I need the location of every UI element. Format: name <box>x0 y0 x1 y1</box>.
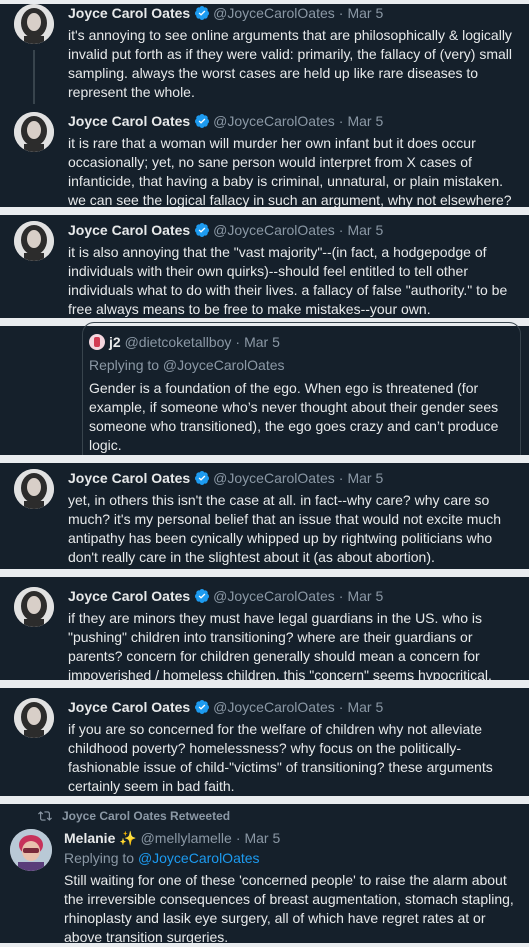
verified-badge-icon <box>194 113 210 133</box>
quoted-handle[interactable]: @dietcoketallboy <box>125 334 232 350</box>
separator: · <box>338 5 344 21</box>
avatar[interactable] <box>14 698 54 738</box>
tweet-text: yet, in others this isn't the case at al… <box>68 492 502 565</box>
thread-line <box>33 50 35 104</box>
separator: · <box>338 588 344 604</box>
tweet-header: Joyce Carol Oates @JoyceCarolOates · Mar 5 <box>68 469 521 490</box>
avatar[interactable] <box>14 112 54 152</box>
tweet-header: Joyce Carol Oates @JoyceCarolOates · Mar 5 <box>68 4 521 25</box>
separator: · <box>235 334 241 350</box>
separator: · <box>338 222 344 238</box>
display-name[interactable]: Joyce Carol Oates <box>68 5 190 21</box>
avatar[interactable] <box>14 469 54 509</box>
avatar[interactable] <box>14 587 54 627</box>
handle[interactable]: @JoyceCarolOates <box>213 113 335 129</box>
verified-badge-icon <box>194 470 210 490</box>
display-name[interactable]: Joyce Carol Oates <box>68 113 190 129</box>
quote-panel: j2 @dietcoketallboy · Mar 5 Replying to @J… <box>0 322 529 459</box>
retweet-avatar[interactable] <box>10 829 52 871</box>
tweet-text: if they are minors they must have legal … <box>68 610 492 683</box>
tweet-text: if you are so concerned for the welfare … <box>68 721 493 794</box>
retweet-label[interactable]: Joyce Carol Oates Retweeted <box>62 809 230 823</box>
tweet-text: it's annoying to see online arguments th… <box>68 27 513 100</box>
retweet-display-name[interactable]: Melanie <box>64 830 115 846</box>
display-name[interactable]: Joyce Carol Oates <box>68 222 190 238</box>
tweet-panel-1: Joyce Carol Oates @JoyceCarolOates · Mar 5 … <box>0 0 529 211</box>
separator: · <box>338 699 344 715</box>
tweet-panel-6: Joyce Carol Oates @JoyceCarolOates · Mar 5 … <box>0 684 529 800</box>
tweet-text: it is rare that a woman will murder her … <box>68 135 512 208</box>
retweet-replying-to: Replying to @JoyceCarolOates <box>64 849 260 867</box>
sparkles-icon: ✨ <box>119 830 137 846</box>
tweet-header: Joyce Carol Oates @JoyceCarolOates · Mar 5 <box>68 587 521 608</box>
timestamp[interactable]: Mar 5 <box>347 5 383 21</box>
handle[interactable]: @JoyceCarolOates <box>213 588 335 604</box>
display-name[interactable]: Joyce Carol Oates <box>68 470 190 486</box>
tweet-panel-4: Joyce Carol Oates @JoyceCarolOates · Mar 5 … <box>0 459 529 573</box>
timestamp[interactable]: Mar 5 <box>347 588 383 604</box>
display-name[interactable]: Joyce Carol Oates <box>68 588 190 604</box>
separator: · <box>235 830 241 846</box>
verified-badge-icon <box>194 222 210 242</box>
tweet-text: it is also annoying that the "vast major… <box>68 244 508 317</box>
handle[interactable]: @JoyceCarolOates <box>213 222 335 238</box>
retweet-header: Melanie ✨ @mellylamelle · Mar 5 <box>64 829 280 847</box>
timestamp[interactable]: Mar 5 <box>347 470 383 486</box>
timestamp[interactable]: Mar 5 <box>347 222 383 238</box>
retweet-indicator: Joyce Carol Oates Retweeted <box>38 809 230 826</box>
quoted-display-name[interactable]: j2 <box>109 334 121 350</box>
quoted-tweet-text: Gender is a foundation of the ego. When … <box>89 380 499 453</box>
quoted-timestamp[interactable]: Mar 5 <box>244 334 280 350</box>
timestamp[interactable]: Mar 5 <box>347 699 383 715</box>
replying-mention-link[interactable]: @JoyceCarolOates <box>138 850 260 866</box>
tweet-header: Joyce Carol Oates @JoyceCarolOates · Mar 5 <box>68 221 521 242</box>
tweet-panel-5: Joyce Carol Oates @JoyceCarolOates · Mar 5 … <box>0 573 529 684</box>
separator: · <box>338 470 344 486</box>
replying-prefix: Replying to <box>64 850 135 866</box>
tweet-panel-2: Joyce Carol Oates @JoyceCarolOates · Mar 5 … <box>0 211 529 322</box>
quoted-tweet-card[interactable]: j2 @dietcoketallboy · Mar 5 Replying to @J… <box>82 322 521 459</box>
verified-badge-icon <box>194 588 210 608</box>
verified-badge-icon <box>194 5 210 25</box>
tweet-header: Joyce Carol Oates @JoyceCarolOates · Mar 5 <box>68 698 521 719</box>
quoted-tweet-header: j2 @dietcoketallboy · Mar 5 <box>89 333 280 351</box>
handle[interactable]: @JoyceCarolOates <box>213 699 335 715</box>
retweet-panel: Joyce Carol Oates Retweeted Melanie ✨ @m… <box>0 800 529 947</box>
avatar[interactable] <box>14 221 54 261</box>
timestamp[interactable]: Mar 5 <box>347 113 383 129</box>
retweet-icon <box>38 809 52 826</box>
retweet-timestamp[interactable]: Mar 5 <box>244 830 280 846</box>
quoted-avatar[interactable] <box>89 334 105 350</box>
retweet-text: Still waiting for one of these 'concerne… <box>64 872 514 945</box>
separator: · <box>338 113 344 129</box>
tweet-header: Joyce Carol Oates @JoyceCarolOates · Mar 5 <box>68 112 521 133</box>
verified-badge-icon <box>194 699 210 719</box>
quoted-replying-to: Replying to @JoyceCarolOates <box>89 357 285 373</box>
retweet-handle[interactable]: @mellylamelle <box>141 830 232 846</box>
handle[interactable]: @JoyceCarolOates <box>213 470 335 486</box>
display-name[interactable]: Joyce Carol Oates <box>68 699 190 715</box>
handle[interactable]: @JoyceCarolOates <box>213 5 335 21</box>
avatar[interactable] <box>14 4 54 44</box>
